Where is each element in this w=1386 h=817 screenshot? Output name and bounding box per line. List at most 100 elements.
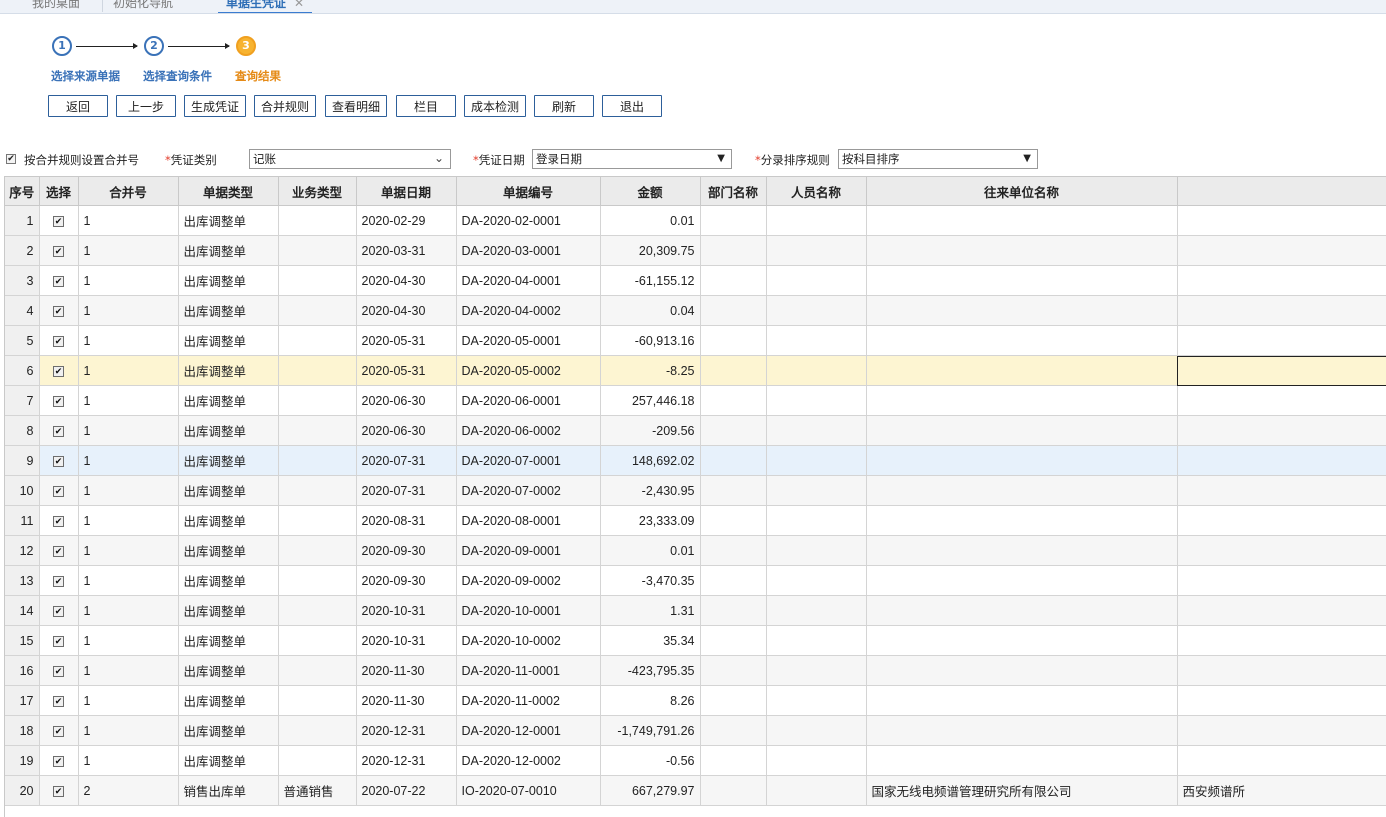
column-header-dept[interactable]: 部门名称 <box>700 177 767 206</box>
table-row[interactable]: 19 ✔ 1 出库调整单 2020-12-31 DA-2020-12-0002 -0.56 <box>5 745 1386 776</box>
checkbox-checked-icon[interactable]: ✔ <box>53 605 64 617</box>
table-row[interactable]: 5 ✔ 1 出库调整单 2020-05-31 DA-2020-05-0001 -60,913… <box>5 325 1386 356</box>
checkbox-checked-icon[interactable]: ✔ <box>53 575 64 587</box>
row-select-checkbox[interactable]: ✔ <box>39 385 79 416</box>
merge-rule-button[interactable]: 合并规则 <box>254 95 316 117</box>
partner-cell <box>866 385 1178 416</box>
refresh-button[interactable]: 刷新 <box>534 95 594 117</box>
row-seq: 5 <box>5 325 40 356</box>
row-select-checkbox[interactable]: ✔ <box>39 475 79 506</box>
column-header-merge-no[interactable]: 合并号 <box>78 177 179 206</box>
voucher-date-select[interactable]: 登录日期 ▼ <box>532 149 732 169</box>
checkbox-checked-icon[interactable]: ✔ <box>53 545 64 557</box>
merge-no-cell: 1 <box>78 715 179 746</box>
checkbox-checked-icon[interactable]: ✔ <box>53 425 64 437</box>
cost-check-button[interactable]: 成本检测 <box>464 95 526 117</box>
table-row[interactable]: 18 ✔ 1 出库调整单 2020-12-31 DA-2020-12-0001 -1,749… <box>5 715 1386 746</box>
checkbox-checked-icon[interactable]: ✔ <box>53 275 64 287</box>
voucher-type-select[interactable]: 记账 ⌄ <box>249 149 451 169</box>
columns-button[interactable]: 栏目 <box>396 95 456 117</box>
row-select-checkbox[interactable]: ✔ <box>39 655 79 686</box>
row-select-checkbox[interactable]: ✔ <box>39 295 79 326</box>
table-row[interactable]: 4 ✔ 1 出库调整单 2020-04-30 DA-2020-04-0002 0.04 <box>5 295 1386 326</box>
row-select-checkbox[interactable]: ✔ <box>39 205 79 236</box>
checkbox-checked-icon[interactable]: ✔ <box>53 455 64 467</box>
checkbox-checked-icon[interactable]: ✔ <box>53 215 64 227</box>
checkbox-checked-icon[interactable]: ✔ <box>53 695 64 707</box>
table-row[interactable]: 13 ✔ 1 出库调整单 2020-09-30 DA-2020-09-0002 -3,470… <box>5 565 1386 596</box>
table-row[interactable]: 12 ✔ 1 出库调整单 2020-09-30 DA-2020-09-0001 0.01 <box>5 535 1386 566</box>
checkbox-checked-icon[interactable]: ✔ <box>53 785 64 797</box>
checkbox-checked-icon[interactable]: ✔ <box>53 305 64 317</box>
doc-no-cell: DA-2020-03-0001 <box>456 235 601 266</box>
row-select-checkbox[interactable]: ✔ <box>39 625 79 656</box>
row-select-checkbox[interactable]: ✔ <box>39 685 79 716</box>
tab-my-desktop[interactable]: 我的桌面 <box>32 0 80 12</box>
view-detail-button[interactable]: 查看明细 <box>325 95 387 117</box>
tab-init-navigation[interactable]: 初始化导航 <box>113 0 173 12</box>
column-header-biz-type[interactable]: 业务类型 <box>278 177 357 206</box>
row-select-checkbox[interactable]: ✔ <box>39 235 79 266</box>
column-header-doc-type[interactable]: 单据类型 <box>178 177 279 206</box>
table-row[interactable]: 9 ✔ 1 出库调整单 2020-07-31 DA-2020-07-0001 148,692… <box>5 445 1386 476</box>
column-header-doc-date[interactable]: 单据日期 <box>356 177 457 206</box>
column-header-person[interactable]: 人员名称 <box>766 177 867 206</box>
close-icon[interactable]: ✕ <box>294 0 304 10</box>
table-row[interactable]: 2 ✔ 1 出库调整单 2020-03-31 DA-2020-03-0001 20,309.… <box>5 235 1386 266</box>
tab-document-voucher[interactable]: 单据生凭证 ✕ <box>218 0 313 13</box>
checkbox-checked-icon[interactable]: ✔ <box>53 515 64 527</box>
exit-button[interactable]: 退出 <box>602 95 662 117</box>
column-header-seq[interactable]: 序号 <box>5 177 40 206</box>
step-1-label[interactable]: 选择来源单据 <box>51 68 120 84</box>
table-row[interactable]: 3 ✔ 1 出库调整单 2020-04-30 DA-2020-04-0001 -61,155… <box>5 265 1386 296</box>
checkbox-checked-icon[interactable]: ✔ <box>53 635 64 647</box>
table-row[interactable]: 16 ✔ 1 出库调整单 2020-11-30 DA-2020-11-0001 -423,7… <box>5 655 1386 686</box>
merge-rule-checkbox[interactable]: ✔ <box>6 154 16 164</box>
doc-type-cell: 出库调整单 <box>178 385 279 416</box>
checkbox-checked-icon[interactable]: ✔ <box>53 245 64 257</box>
row-select-checkbox[interactable]: ✔ <box>39 775 79 806</box>
row-select-checkbox[interactable]: ✔ <box>39 595 79 626</box>
biz-type-cell <box>278 535 357 566</box>
table-row[interactable]: 17 ✔ 1 出库调整单 2020-11-30 DA-2020-11-0002 8.26 <box>5 685 1386 716</box>
partner-cell <box>866 205 1178 236</box>
checkbox-checked-icon[interactable]: ✔ <box>53 755 64 767</box>
extra-cell: 西安频谱所 <box>1177 775 1386 806</box>
table-row[interactable]: 11 ✔ 1 出库调整单 2020-08-31 DA-2020-08-0001 23,333… <box>5 505 1386 536</box>
row-select-checkbox[interactable]: ✔ <box>39 715 79 746</box>
row-select-checkbox[interactable]: ✔ <box>39 745 79 776</box>
column-header-partner[interactable]: 往来单位名称 <box>866 177 1178 206</box>
row-select-checkbox[interactable]: ✔ <box>39 355 79 386</box>
table-row[interactable]: 20 ✔ 2 销售出库单 普通销售 2020-07-22 IO-2020-07-0010 66… <box>5 775 1386 806</box>
checkbox-checked-icon[interactable]: ✔ <box>53 365 64 377</box>
checkbox-checked-icon[interactable]: ✔ <box>53 395 64 407</box>
column-header-doc-no[interactable]: 单据编号 <box>456 177 601 206</box>
generate-voucher-button[interactable]: 生成凭证 <box>184 95 246 117</box>
step-2-label[interactable]: 选择查询条件 <box>143 68 212 84</box>
table-row[interactable]: 8 ✔ 1 出库调整单 2020-06-30 DA-2020-06-0002 -209.56 <box>5 415 1386 446</box>
row-select-checkbox[interactable]: ✔ <box>39 445 79 476</box>
table-row[interactable]: 10 ✔ 1 出库调整单 2020-07-31 DA-2020-07-0002 -2,430… <box>5 475 1386 506</box>
row-select-checkbox[interactable]: ✔ <box>39 505 79 536</box>
table-row[interactable]: 14 ✔ 1 出库调整单 2020-10-31 DA-2020-10-0001 1.31 <box>5 595 1386 626</box>
row-select-checkbox[interactable]: ✔ <box>39 415 79 446</box>
column-header-amount[interactable]: 金额 <box>600 177 701 206</box>
table-row[interactable]: 7 ✔ 1 出库调整单 2020-06-30 DA-2020-06-0001 257,446… <box>5 385 1386 416</box>
prev-step-button[interactable]: 上一步 <box>116 95 176 117</box>
checkbox-checked-icon[interactable]: ✔ <box>53 665 64 677</box>
back-button[interactable]: 返回 <box>48 95 108 117</box>
checkbox-checked-icon[interactable]: ✔ <box>53 335 64 347</box>
table-row[interactable]: 6 ✔ 1 出库调整单 2020-05-31 DA-2020-05-0002 -8.25 <box>5 355 1386 386</box>
checkbox-checked-icon[interactable]: ✔ <box>53 725 64 737</box>
row-select-checkbox[interactable]: ✔ <box>39 535 79 566</box>
column-header-select[interactable]: 选择 <box>39 177 79 206</box>
column-header-extra[interactable] <box>1177 177 1386 206</box>
table-row[interactable]: 15 ✔ 1 出库调整单 2020-10-31 DA-2020-10-0002 35.34 <box>5 625 1386 656</box>
row-select-checkbox[interactable]: ✔ <box>39 265 79 296</box>
table-row[interactable]: 1 ✔ 1 出库调整单 2020-02-29 DA-2020-02-0001 0.01 <box>5 205 1386 236</box>
sort-rule-select[interactable]: 按科目排序 ▼ <box>838 149 1038 169</box>
row-select-checkbox[interactable]: ✔ <box>39 565 79 596</box>
checkbox-checked-icon[interactable]: ✔ <box>53 485 64 497</box>
amount-cell: 20,309.75 <box>600 235 701 266</box>
row-select-checkbox[interactable]: ✔ <box>39 325 79 356</box>
